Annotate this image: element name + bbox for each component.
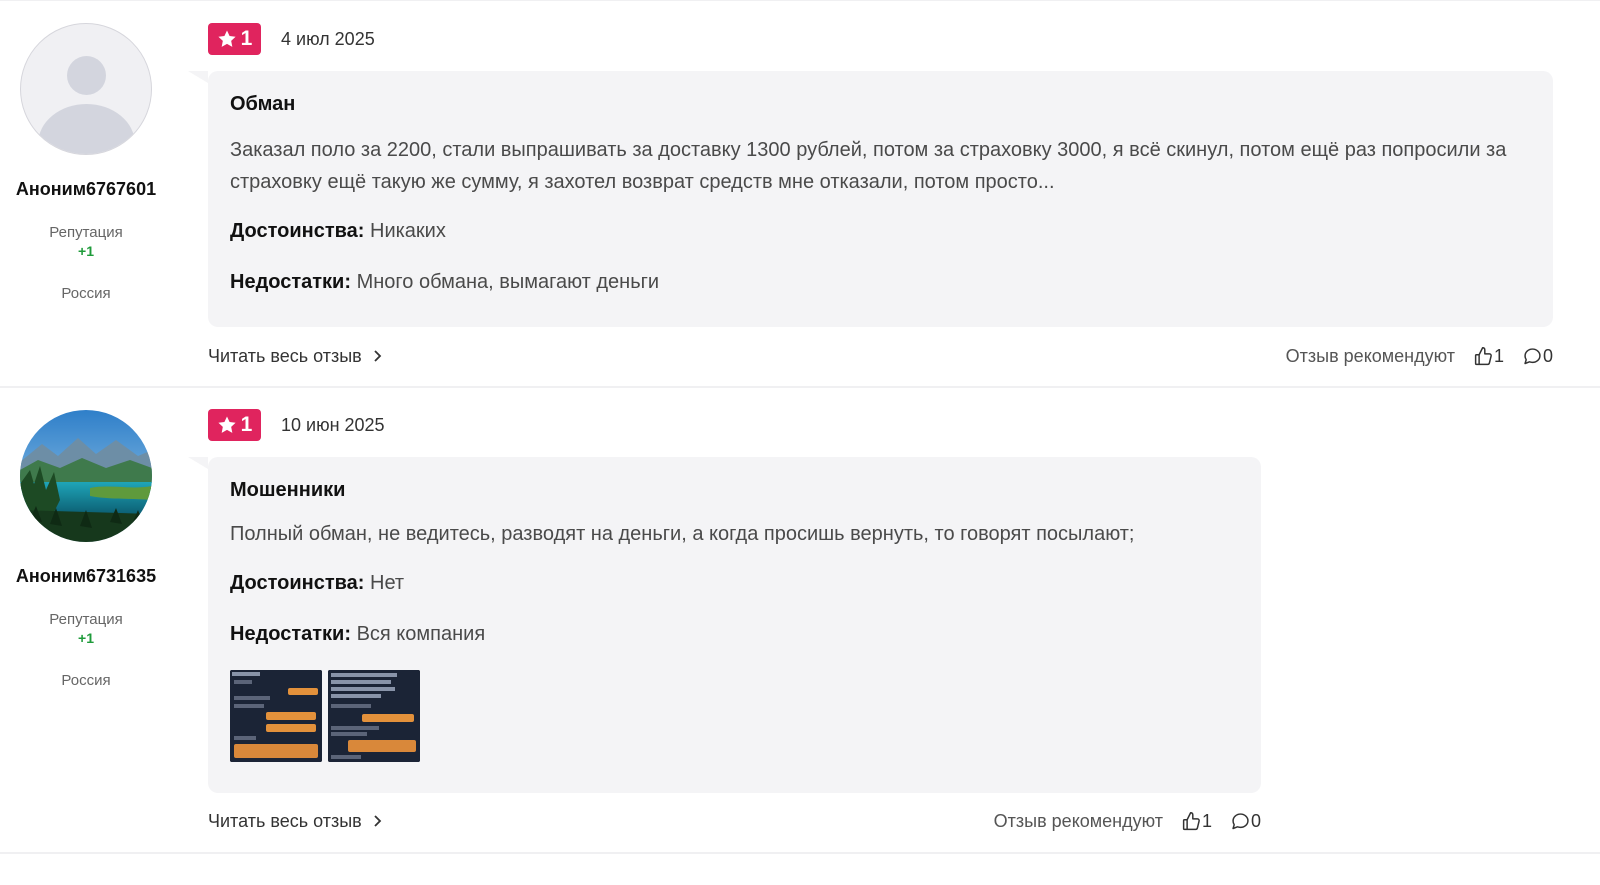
comments-button[interactable]: 0 [1522, 346, 1553, 367]
review-meta: 1 4 июл 2025 [208, 23, 375, 55]
review-pros: Достоинства: Никаких [230, 220, 446, 242]
star-icon [218, 30, 236, 47]
review-card: Аноним6731635 Репутация +1 Россия 1 10 и… [0, 388, 1600, 854]
review-content: 1 10 июн 2025 [208, 409, 385, 441]
recommend-label: Отзыв рекомендуют [1285, 345, 1455, 366]
review-cons: Недостатки: Много обмана, вымагают деньг… [230, 271, 660, 293]
review-actions: Отзыв рекомендуют 1 0 [1286, 346, 1553, 367]
review-text: Заказал поло за 2200, стали выпрашивать … [230, 139, 1507, 193]
read-full-review-link[interactable]: Читать весь отзыв [208, 346, 382, 367]
comment-count: 0 [1542, 345, 1553, 366]
chevron-right-icon [374, 815, 381, 827]
review-text: Полный обман, не ведитесь, разводят на д… [230, 523, 1135, 545]
review-body: Мошенники Полный обман, не ведитесь, раз… [188, 457, 1261, 793]
review-date: 4 июл 2025 [281, 28, 375, 49]
rating-badge: 1 [208, 409, 261, 441]
comment-icon [1232, 812, 1249, 829]
review-author: Аноним6767601 Репутация +1 Россия [0, 23, 172, 302]
comments-button[interactable]: 0 [1230, 811, 1261, 832]
thumbs-up-icon [1474, 346, 1492, 365]
recommend-label: Отзыв рекомендуют [993, 810, 1163, 831]
like-button[interactable]: 1 [1473, 346, 1504, 367]
reputation-value: +1 [78, 630, 94, 646]
user-silhouette-icon [67, 56, 106, 95]
author-name[interactable]: Аноним6731635 [0, 566, 172, 587]
review-title[interactable]: Обман [230, 93, 1531, 116]
read-full-review-link[interactable]: Читать весь отзыв [208, 811, 382, 832]
review-footer: Читать весь отзыв Отзыв рекомендуют 1 0 [208, 807, 1261, 835]
review-author: Аноним6731635 Репутация +1 Россия [0, 410, 172, 689]
avatar[interactable] [20, 410, 152, 542]
like-button[interactable]: 1 [1181, 811, 1212, 832]
review-date: 10 июн 2025 [281, 414, 385, 435]
like-count: 1 [1201, 810, 1212, 831]
review-content: 1 4 июл 2025 [208, 23, 375, 55]
review-images [230, 670, 1239, 762]
review-title[interactable]: Мошенники [230, 479, 1239, 502]
review-cons: Недостатки: Вся компания [230, 623, 486, 645]
review-actions: Отзыв рекомендуют 1 0 [994, 811, 1261, 832]
rating-value: 1 [240, 27, 253, 50]
review-body: Обман Заказал поло за 2200, стали выпраш… [188, 71, 1553, 327]
review-image-thumbnail[interactable] [328, 670, 420, 762]
comment-icon [1524, 347, 1541, 364]
review-pros: Достоинства: Нет [230, 572, 405, 594]
review-card: Аноним6767601 Репутация +1 Россия 1 4 ию… [0, 0, 1600, 388]
chat-screenshot-thumbnail [230, 670, 322, 762]
like-count: 1 [1493, 345, 1504, 366]
review-image-thumbnail[interactable] [230, 670, 322, 762]
rating-value: 1 [240, 413, 253, 436]
avatar[interactable] [20, 23, 152, 155]
reputation-value: +1 [78, 243, 94, 259]
rating-badge: 1 [208, 23, 261, 55]
author-name[interactable]: Аноним6767601 [0, 179, 172, 200]
chevron-right-icon [374, 350, 381, 362]
mountain-lake-photo [20, 410, 152, 542]
reputation-label: Репутация [49, 224, 123, 241]
review-meta: 1 10 июн 2025 [208, 409, 385, 441]
review-footer: Читать весь отзыв Отзыв рекомендуют 1 0 [208, 342, 1553, 370]
thumbs-up-icon [1182, 811, 1200, 830]
chat-screenshot-thumbnail [328, 670, 420, 762]
star-icon [218, 416, 236, 433]
author-country: Россия [61, 672, 111, 689]
author-country: Россия [61, 285, 111, 302]
reputation-label: Репутация [49, 611, 123, 628]
comment-count: 0 [1250, 810, 1261, 831]
